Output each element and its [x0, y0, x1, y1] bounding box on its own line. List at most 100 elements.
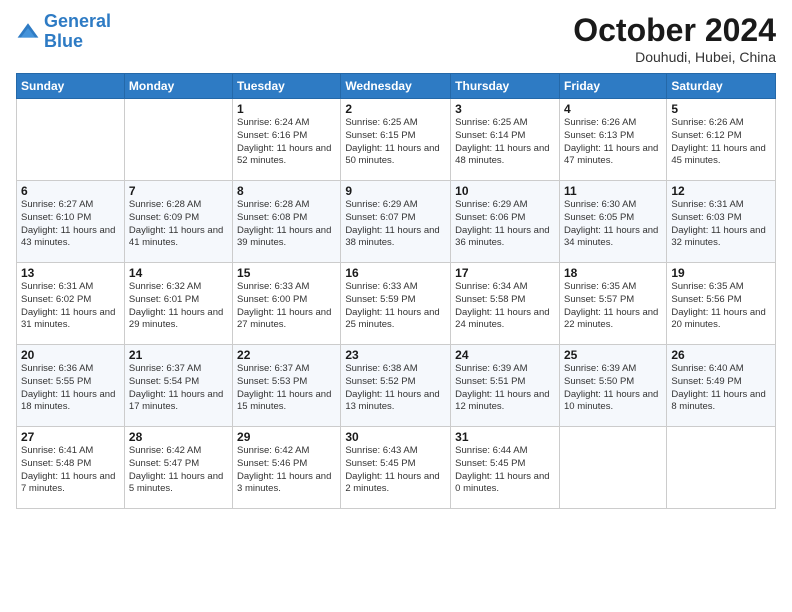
col-header-wednesday: Wednesday	[341, 74, 451, 99]
day-info: Sunrise: 6:30 AMSunset: 6:05 PMDaylight:…	[564, 199, 662, 250]
calendar-cell: 7Sunrise: 6:28 AMSunset: 6:09 PMDaylight…	[124, 181, 232, 263]
calendar-cell: 22Sunrise: 6:37 AMSunset: 5:53 PMDayligh…	[233, 345, 341, 427]
day-info: Sunrise: 6:42 AMSunset: 5:47 PMDaylight:…	[129, 445, 228, 496]
logo-text: General Blue	[44, 12, 111, 52]
col-header-thursday: Thursday	[451, 74, 560, 99]
calendar-cell: 23Sunrise: 6:38 AMSunset: 5:52 PMDayligh…	[341, 345, 451, 427]
week-row-2: 6Sunrise: 6:27 AMSunset: 6:10 PMDaylight…	[17, 181, 776, 263]
day-number: 2	[345, 102, 446, 116]
day-number: 7	[129, 184, 228, 198]
col-header-tuesday: Tuesday	[233, 74, 341, 99]
day-number: 14	[129, 266, 228, 280]
calendar-table: SundayMondayTuesdayWednesdayThursdayFrid…	[16, 73, 776, 509]
day-number: 5	[671, 102, 771, 116]
day-info: Sunrise: 6:26 AMSunset: 6:13 PMDaylight:…	[564, 117, 662, 168]
day-info: Sunrise: 6:26 AMSunset: 6:12 PMDaylight:…	[671, 117, 771, 168]
day-number: 13	[21, 266, 120, 280]
calendar-cell: 30Sunrise: 6:43 AMSunset: 5:45 PMDayligh…	[341, 427, 451, 509]
calendar-cell: 5Sunrise: 6:26 AMSunset: 6:12 PMDaylight…	[667, 99, 776, 181]
calendar-cell: 24Sunrise: 6:39 AMSunset: 5:51 PMDayligh…	[451, 345, 560, 427]
day-info: Sunrise: 6:27 AMSunset: 6:10 PMDaylight:…	[21, 199, 120, 250]
month-title: October 2024	[573, 12, 776, 49]
logo-icon	[16, 20, 40, 44]
calendar-cell: 31Sunrise: 6:44 AMSunset: 5:45 PMDayligh…	[451, 427, 560, 509]
logo: General Blue	[16, 12, 111, 52]
calendar-cell: 25Sunrise: 6:39 AMSunset: 5:50 PMDayligh…	[559, 345, 666, 427]
day-number: 16	[345, 266, 446, 280]
calendar-cell: 17Sunrise: 6:34 AMSunset: 5:58 PMDayligh…	[451, 263, 560, 345]
day-number: 11	[564, 184, 662, 198]
calendar-cell: 13Sunrise: 6:31 AMSunset: 6:02 PMDayligh…	[17, 263, 125, 345]
col-header-saturday: Saturday	[667, 74, 776, 99]
calendar-cell: 27Sunrise: 6:41 AMSunset: 5:48 PMDayligh…	[17, 427, 125, 509]
week-row-5: 27Sunrise: 6:41 AMSunset: 5:48 PMDayligh…	[17, 427, 776, 509]
col-header-sunday: Sunday	[17, 74, 125, 99]
day-info: Sunrise: 6:29 AMSunset: 6:06 PMDaylight:…	[455, 199, 555, 250]
day-info: Sunrise: 6:44 AMSunset: 5:45 PMDaylight:…	[455, 445, 555, 496]
day-info: Sunrise: 6:42 AMSunset: 5:46 PMDaylight:…	[237, 445, 336, 496]
day-info: Sunrise: 6:37 AMSunset: 5:54 PMDaylight:…	[129, 363, 228, 414]
calendar-cell: 2Sunrise: 6:25 AMSunset: 6:15 PMDaylight…	[341, 99, 451, 181]
day-number: 19	[671, 266, 771, 280]
day-info: Sunrise: 6:33 AMSunset: 6:00 PMDaylight:…	[237, 281, 336, 332]
day-info: Sunrise: 6:37 AMSunset: 5:53 PMDaylight:…	[237, 363, 336, 414]
calendar-cell: 6Sunrise: 6:27 AMSunset: 6:10 PMDaylight…	[17, 181, 125, 263]
week-row-3: 13Sunrise: 6:31 AMSunset: 6:02 PMDayligh…	[17, 263, 776, 345]
day-info: Sunrise: 6:25 AMSunset: 6:15 PMDaylight:…	[345, 117, 446, 168]
day-number: 3	[455, 102, 555, 116]
calendar-cell: 19Sunrise: 6:35 AMSunset: 5:56 PMDayligh…	[667, 263, 776, 345]
day-number: 31	[455, 430, 555, 444]
header: General Blue October 2024 Douhudi, Hubei…	[16, 12, 776, 65]
day-info: Sunrise: 6:38 AMSunset: 5:52 PMDaylight:…	[345, 363, 446, 414]
page: General Blue October 2024 Douhudi, Hubei…	[0, 0, 792, 612]
calendar-cell: 8Sunrise: 6:28 AMSunset: 6:08 PMDaylight…	[233, 181, 341, 263]
day-number: 27	[21, 430, 120, 444]
day-info: Sunrise: 6:39 AMSunset: 5:50 PMDaylight:…	[564, 363, 662, 414]
calendar-cell: 4Sunrise: 6:26 AMSunset: 6:13 PMDaylight…	[559, 99, 666, 181]
calendar-cell: 28Sunrise: 6:42 AMSunset: 5:47 PMDayligh…	[124, 427, 232, 509]
day-info: Sunrise: 6:39 AMSunset: 5:51 PMDaylight:…	[455, 363, 555, 414]
day-info: Sunrise: 6:35 AMSunset: 5:57 PMDaylight:…	[564, 281, 662, 332]
day-info: Sunrise: 6:43 AMSunset: 5:45 PMDaylight:…	[345, 445, 446, 496]
day-number: 20	[21, 348, 120, 362]
day-info: Sunrise: 6:35 AMSunset: 5:56 PMDaylight:…	[671, 281, 771, 332]
day-info: Sunrise: 6:29 AMSunset: 6:07 PMDaylight:…	[345, 199, 446, 250]
day-info: Sunrise: 6:32 AMSunset: 6:01 PMDaylight:…	[129, 281, 228, 332]
logo-line1: General	[44, 11, 111, 31]
calendar-cell: 26Sunrise: 6:40 AMSunset: 5:49 PMDayligh…	[667, 345, 776, 427]
day-number: 17	[455, 266, 555, 280]
day-number: 30	[345, 430, 446, 444]
week-row-1: 1Sunrise: 6:24 AMSunset: 6:16 PMDaylight…	[17, 99, 776, 181]
day-number: 21	[129, 348, 228, 362]
calendar-cell	[17, 99, 125, 181]
calendar-cell: 10Sunrise: 6:29 AMSunset: 6:06 PMDayligh…	[451, 181, 560, 263]
calendar-cell: 29Sunrise: 6:42 AMSunset: 5:46 PMDayligh…	[233, 427, 341, 509]
day-number: 8	[237, 184, 336, 198]
calendar-cell: 21Sunrise: 6:37 AMSunset: 5:54 PMDayligh…	[124, 345, 232, 427]
day-info: Sunrise: 6:24 AMSunset: 6:16 PMDaylight:…	[237, 117, 336, 168]
day-number: 6	[21, 184, 120, 198]
calendar-cell: 14Sunrise: 6:32 AMSunset: 6:01 PMDayligh…	[124, 263, 232, 345]
calendar-cell: 12Sunrise: 6:31 AMSunset: 6:03 PMDayligh…	[667, 181, 776, 263]
calendar-cell: 9Sunrise: 6:29 AMSunset: 6:07 PMDaylight…	[341, 181, 451, 263]
day-info: Sunrise: 6:34 AMSunset: 5:58 PMDaylight:…	[455, 281, 555, 332]
day-number: 28	[129, 430, 228, 444]
day-number: 10	[455, 184, 555, 198]
day-number: 1	[237, 102, 336, 116]
day-info: Sunrise: 6:40 AMSunset: 5:49 PMDaylight:…	[671, 363, 771, 414]
calendar-cell: 16Sunrise: 6:33 AMSunset: 5:59 PMDayligh…	[341, 263, 451, 345]
calendar-cell: 15Sunrise: 6:33 AMSunset: 6:00 PMDayligh…	[233, 263, 341, 345]
day-info: Sunrise: 6:28 AMSunset: 6:08 PMDaylight:…	[237, 199, 336, 250]
calendar-cell: 11Sunrise: 6:30 AMSunset: 6:05 PMDayligh…	[559, 181, 666, 263]
calendar-cell: 20Sunrise: 6:36 AMSunset: 5:55 PMDayligh…	[17, 345, 125, 427]
calendar-cell	[124, 99, 232, 181]
day-number: 22	[237, 348, 336, 362]
day-info: Sunrise: 6:31 AMSunset: 6:02 PMDaylight:…	[21, 281, 120, 332]
day-info: Sunrise: 6:28 AMSunset: 6:09 PMDaylight:…	[129, 199, 228, 250]
calendar-cell: 3Sunrise: 6:25 AMSunset: 6:14 PMDaylight…	[451, 99, 560, 181]
day-number: 24	[455, 348, 555, 362]
calendar-cell: 18Sunrise: 6:35 AMSunset: 5:57 PMDayligh…	[559, 263, 666, 345]
day-info: Sunrise: 6:33 AMSunset: 5:59 PMDaylight:…	[345, 281, 446, 332]
title-block: October 2024 Douhudi, Hubei, China	[573, 12, 776, 65]
day-number: 23	[345, 348, 446, 362]
